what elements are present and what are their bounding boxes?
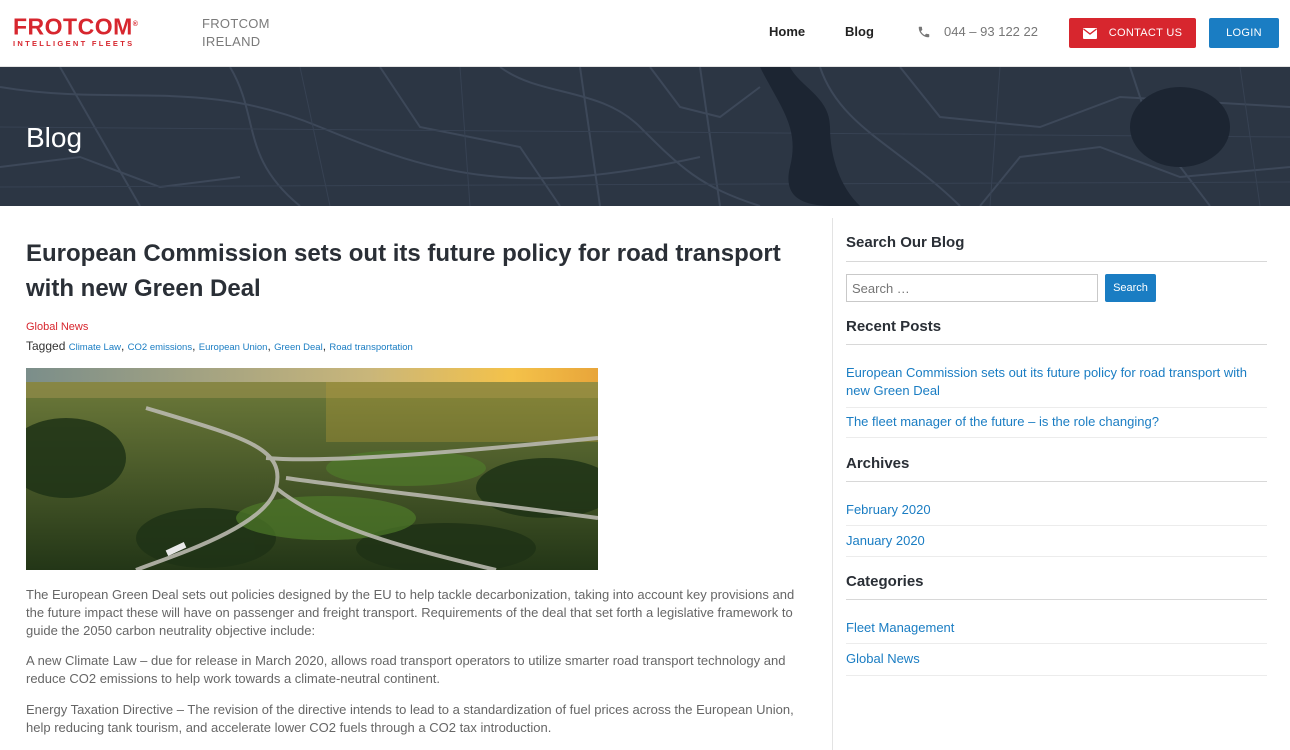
- frotcom-logo[interactable]: FROTCOM® INTELLIGENT FLEETS: [13, 14, 138, 49]
- archive-link[interactable]: February 2020: [846, 501, 1261, 519]
- heading-rule: [846, 481, 1267, 482]
- post-paragraph: A new Climate Law – due for release in M…: [26, 653, 786, 686]
- post-paragraph: The European Green Deal sets out policie…: [26, 587, 795, 638]
- registered-mark: ®: [132, 21, 139, 28]
- list-separator: [846, 525, 1267, 526]
- category-link[interactable]: Global News: [846, 650, 1261, 668]
- tag-link[interactable]: Road transportation: [329, 342, 412, 353]
- post-title: European Commission sets out its future …: [26, 240, 781, 302]
- list-separator: [846, 556, 1267, 557]
- tag-link[interactable]: Green Deal: [274, 342, 323, 353]
- phone-number: 044 – 93 122 22: [944, 24, 1038, 39]
- archives-heading: Archives: [846, 455, 910, 472]
- tag-link[interactable]: CO2 emissions: [128, 342, 192, 353]
- post-header: European Commission sets out its future …: [26, 236, 816, 306]
- post-paragraph: Energy Taxation Directive – The revision…: [26, 702, 794, 735]
- tag-link[interactable]: European Union: [199, 342, 268, 353]
- site-header: FROTCOM® INTELLIGENT FLEETS FROTCOM IREL…: [0, 0, 1290, 67]
- phone-icon: [918, 26, 930, 37]
- category-link[interactable]: Fleet Management: [846, 619, 1261, 637]
- sidebar-divider: [832, 218, 833, 750]
- recent-post-link[interactable]: European Commission sets out its future …: [846, 364, 1261, 400]
- logo-tagline: INTELLIGENT FLEETS: [13, 38, 135, 48]
- nav-blog[interactable]: Blog: [845, 24, 874, 39]
- archive-link[interactable]: January 2020: [846, 532, 1261, 550]
- categories-heading: Categories: [846, 573, 924, 590]
- heading-rule: [846, 261, 1267, 262]
- post-tags: Tagged Climate Law, CO2 emissions, Europ…: [26, 339, 413, 353]
- list-separator: [846, 437, 1267, 438]
- nav-home[interactable]: Home: [769, 24, 805, 39]
- login-button[interactable]: LOGIN: [1209, 18, 1279, 48]
- recent-post-link[interactable]: The fleet manager of the future – is the…: [846, 413, 1261, 431]
- tagged-label: Tagged: [26, 339, 66, 353]
- logo-wordmark: FROTCOM: [13, 13, 133, 40]
- list-separator: [846, 407, 1267, 408]
- envelope-icon: [1082, 27, 1097, 39]
- map-background: [0, 67, 1290, 206]
- contact-us-label: CONTACT US: [1108, 27, 1183, 39]
- post-category-link[interactable]: Global News: [26, 321, 88, 333]
- recent-posts-heading: Recent Posts: [846, 318, 942, 335]
- phone-contact[interactable]: 044 – 93 122 22: [917, 24, 1038, 39]
- search-heading: Search Our Blog: [846, 234, 965, 251]
- heading-rule: [846, 344, 1267, 345]
- post-featured-image: [26, 368, 598, 570]
- search-input[interactable]: [846, 274, 1098, 302]
- tag-link[interactable]: Climate Law: [69, 342, 121, 353]
- list-separator: [846, 643, 1267, 644]
- hero-title: Blog: [26, 122, 83, 153]
- blog-hero-banner: Blog: [0, 67, 1290, 206]
- country-label: FROTCOM IRELAND: [202, 15, 270, 51]
- list-separator: [846, 675, 1267, 676]
- search-button[interactable]: Search: [1105, 274, 1156, 302]
- country-line1: FROTCOM: [202, 16, 270, 31]
- contact-us-button[interactable]: CONTACT US: [1069, 18, 1196, 48]
- heading-rule: [846, 599, 1267, 600]
- country-line2: IRELAND: [202, 34, 261, 49]
